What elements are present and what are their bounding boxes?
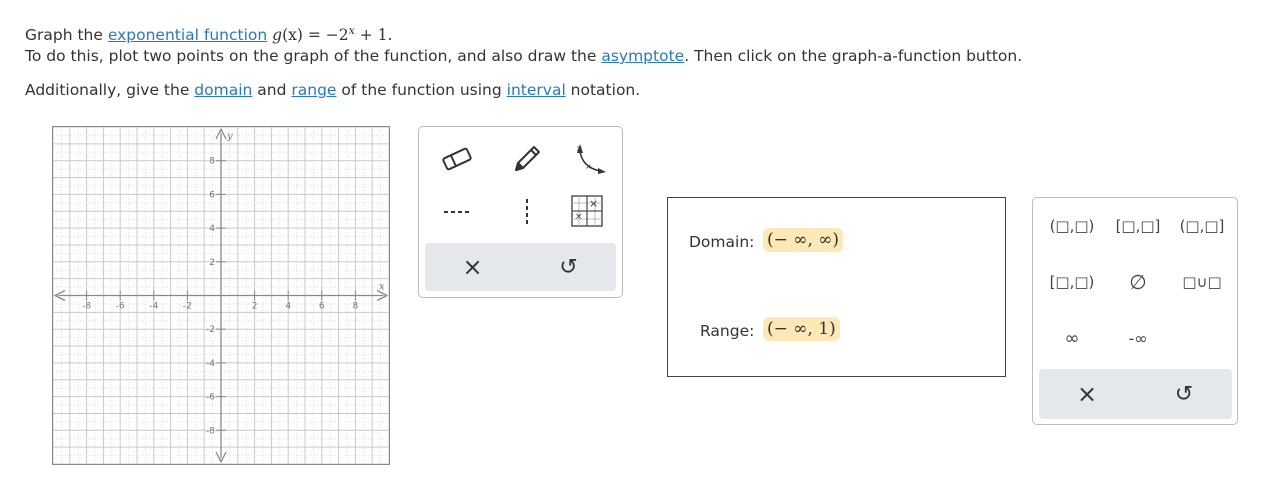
negative-infinity-key[interactable]: -∞ bbox=[1109, 324, 1167, 352]
undo-icon: ↺ bbox=[1174, 381, 1194, 407]
graph-function-tool[interactable]: × × bbox=[565, 191, 609, 231]
svg-text:×: × bbox=[575, 212, 583, 222]
y-tick-label: -8 bbox=[206, 426, 215, 436]
x-tick-label: 2 bbox=[252, 302, 258, 312]
eraser-icon bbox=[442, 147, 472, 171]
y-tick-label: 2 bbox=[209, 258, 215, 268]
toolbox-action-bar: × ↺ bbox=[425, 243, 616, 291]
y-tick-label: 4 bbox=[209, 224, 215, 234]
domain-link[interactable]: domain bbox=[194, 81, 252, 99]
open-open-interval-key[interactable]: (□,□) bbox=[1043, 212, 1101, 240]
pencil-tool[interactable] bbox=[503, 137, 551, 181]
svg-text:×: × bbox=[589, 197, 598, 210]
open-closed-interval-key[interactable]: (□,□] bbox=[1173, 212, 1231, 240]
graph-function-icon: × × bbox=[571, 195, 603, 227]
y-tick-label: -6 bbox=[206, 393, 215, 403]
x-tick-label: -4 bbox=[149, 302, 158, 312]
x-tick-label: -6 bbox=[116, 302, 125, 312]
vertical-dashed-line-icon bbox=[526, 199, 528, 225]
x-tick-label: 4 bbox=[285, 302, 291, 312]
closed-closed-interval-key[interactable]: [□,□] bbox=[1109, 212, 1167, 240]
instruction-line-3: Additionally, give the domain and range … bbox=[25, 81, 641, 99]
y-tick-label: -2 bbox=[206, 325, 215, 335]
x-tick-label: 8 bbox=[353, 302, 359, 312]
close-icon: × bbox=[462, 253, 483, 281]
instruction-text: Graph the bbox=[25, 26, 108, 45]
svg-text:×: × bbox=[585, 162, 592, 171]
x-tick-label: -2 bbox=[183, 302, 192, 312]
y-axis-label: y bbox=[226, 131, 233, 142]
x-tick-label: 6 bbox=[319, 302, 325, 312]
dashed-line-icon bbox=[444, 211, 470, 213]
exponential-function-link[interactable]: exponential function bbox=[108, 26, 267, 44]
horizontal-dashed-line-tool[interactable] bbox=[433, 197, 481, 227]
range-input[interactable]: (− ∞, 1) bbox=[763, 317, 840, 341]
keypad-action-bar: × ↺ bbox=[1039, 369, 1232, 419]
close-icon: × bbox=[1076, 380, 1098, 408]
domain-label: Domain: bbox=[689, 233, 755, 251]
pencil-icon bbox=[515, 146, 540, 171]
exponential-curve-icon: × × bbox=[576, 144, 606, 174]
coordinate-grid[interactable]: -8 -6 -4 -2 2 4 6 8 8 6 4 2 -2 -4 -6 -8 x y bbox=[53, 127, 389, 464]
undo-answer-button[interactable]: ↺ bbox=[1136, 369, 1232, 419]
closed-open-interval-key[interactable]: [□,□) bbox=[1043, 268, 1101, 296]
clear-graph-button[interactable]: × bbox=[425, 243, 520, 291]
range-link[interactable]: range bbox=[291, 81, 336, 99]
undo-graph-button[interactable]: ↺ bbox=[521, 243, 616, 291]
y-tick-label: 8 bbox=[209, 157, 215, 167]
interval-link[interactable]: interval bbox=[507, 81, 566, 99]
vertical-dashed-line-tool[interactable] bbox=[503, 193, 551, 231]
answer-panel: Domain: (− ∞, ∞) Range: (− ∞, 1) bbox=[667, 197, 1006, 377]
eraser-tool[interactable] bbox=[433, 139, 481, 179]
function-expression: g(x) = −2x + 1. bbox=[272, 24, 393, 45]
asymptote-link[interactable]: asymptote bbox=[601, 47, 684, 65]
domain-input[interactable]: (− ∞, ∞) bbox=[763, 228, 844, 252]
instruction-line-2: To do this, plot two points on the graph… bbox=[25, 47, 1023, 65]
infinity-key[interactable]: ∞ bbox=[1043, 324, 1101, 352]
x-axis-label: x bbox=[379, 282, 385, 293]
svg-text:×: × bbox=[576, 144, 583, 153]
graph-toolbox: × × × × × ↺ bbox=[418, 126, 623, 298]
empty-set-key[interactable]: ∅ bbox=[1109, 268, 1167, 296]
union-key[interactable]: □∪□ bbox=[1173, 268, 1231, 296]
exponential-curve-tool[interactable]: × × bbox=[561, 135, 613, 183]
clear-answer-button[interactable]: × bbox=[1039, 369, 1135, 419]
x-tick-label: -8 bbox=[82, 302, 91, 312]
coordinate-plane[interactable]: -8 -6 -4 -2 2 4 6 8 8 6 4 2 -2 -4 -6 -8 x y bbox=[52, 126, 390, 465]
range-label: Range: bbox=[700, 322, 755, 340]
interval-keypad: (□,□) [□,□] (□,□] [□,□) ∅ □∪□ ∞ -∞ × ↺ bbox=[1032, 197, 1238, 425]
y-tick-label: 6 bbox=[209, 190, 215, 200]
y-tick-label: -4 bbox=[206, 359, 215, 369]
instruction-line-1: Graph the exponential function g(x) = −2… bbox=[25, 24, 392, 44]
undo-icon: ↺ bbox=[559, 254, 578, 280]
